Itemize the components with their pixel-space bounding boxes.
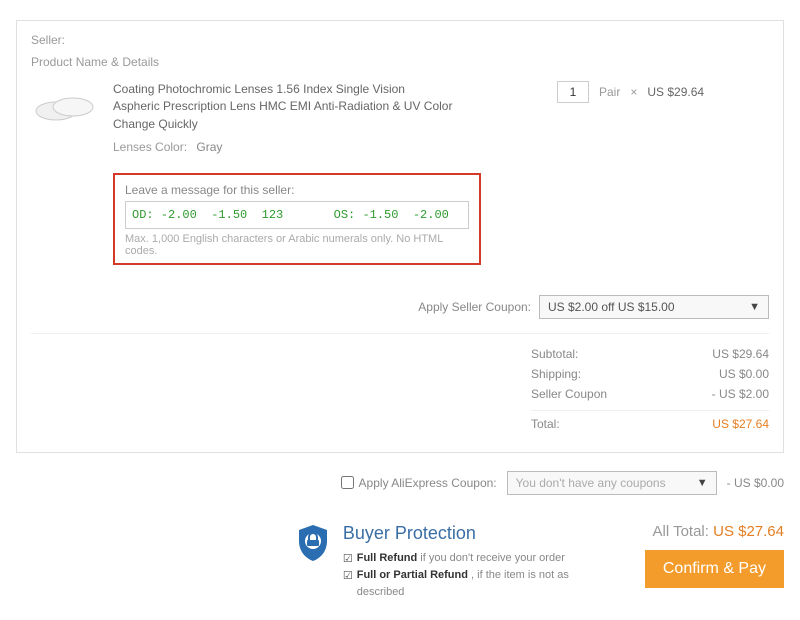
seller-message-block: Leave a message for this seller: Max. 1,… bbox=[113, 173, 481, 265]
subtotal-value: US $29.64 bbox=[712, 347, 769, 361]
bp-line1-strong: Full Refund bbox=[357, 552, 418, 564]
unit-label: Pair bbox=[599, 85, 620, 99]
all-total-value: US $27.64 bbox=[713, 523, 784, 540]
express-coupon-amount: - US $0.00 bbox=[727, 476, 784, 490]
bp-line1-rest: if you don't receive your order bbox=[417, 552, 565, 564]
express-coupon-label: Apply AliExpress Coupon: bbox=[341, 476, 497, 490]
bp-line2-strong: Full or Partial Refund bbox=[357, 569, 468, 581]
chevron-down-icon: ▼ bbox=[749, 301, 760, 313]
express-coupon-checkbox[interactable] bbox=[341, 476, 354, 489]
seller-coupon-line-label: Seller Coupon bbox=[531, 387, 607, 401]
buyer-protection-title: Buyer Protection bbox=[343, 523, 605, 544]
quantity-input[interactable] bbox=[557, 81, 589, 103]
seller-message-input[interactable] bbox=[125, 201, 469, 229]
subtotal-label: Subtotal: bbox=[531, 347, 578, 361]
total-label: Total: bbox=[531, 417, 560, 431]
seller-label: Seller: bbox=[31, 29, 769, 51]
express-coupon-text: Apply AliExpress Coupon: bbox=[359, 476, 497, 490]
seller-coupon-select[interactable]: US $2.00 off US $15.00 ▼ bbox=[539, 295, 769, 319]
seller-coupon-selected: US $2.00 off US $15.00 bbox=[548, 300, 675, 314]
product-thumbnail bbox=[31, 81, 99, 133]
option-value: Gray bbox=[196, 140, 222, 154]
option-label: Lenses Color: bbox=[113, 140, 187, 154]
chevron-down-icon: ▼ bbox=[697, 477, 708, 489]
product-title: Coating Photochromic Lenses 1.56 Index S… bbox=[113, 81, 453, 133]
shipping-value: US $0.00 bbox=[719, 367, 769, 381]
unit-price: US $29.64 bbox=[647, 85, 704, 99]
product-row: Coating Photochromic Lenses 1.56 Index S… bbox=[31, 81, 769, 157]
product-name-details-label: Product Name & Details bbox=[31, 51, 769, 81]
check-icon: ☑ bbox=[343, 568, 353, 585]
shipping-label: Shipping: bbox=[531, 367, 581, 381]
express-coupon-select[interactable]: You don't have any coupons ▼ bbox=[507, 471, 717, 495]
check-icon: ☑ bbox=[343, 551, 353, 568]
total-value: US $27.64 bbox=[712, 417, 769, 431]
seller-coupon-label: Apply Seller Coupon: bbox=[418, 300, 531, 314]
express-coupon-placeholder: You don't have any coupons bbox=[516, 476, 666, 490]
buyer-protection-block: Buyer Protection ☑ Full Refund if you do… bbox=[295, 523, 605, 601]
times-symbol: × bbox=[630, 85, 637, 99]
all-total-label: All Total: bbox=[653, 523, 709, 540]
message-hint: Max. 1,000 English characters or Arabic … bbox=[125, 233, 469, 257]
message-label: Leave a message for this seller: bbox=[125, 183, 469, 197]
seller-coupon-line-value: - US $2.00 bbox=[712, 387, 769, 401]
order-box: Seller: Product Name & Details Coating P… bbox=[16, 20, 784, 453]
confirm-pay-button[interactable]: Confirm & Pay bbox=[645, 550, 784, 588]
